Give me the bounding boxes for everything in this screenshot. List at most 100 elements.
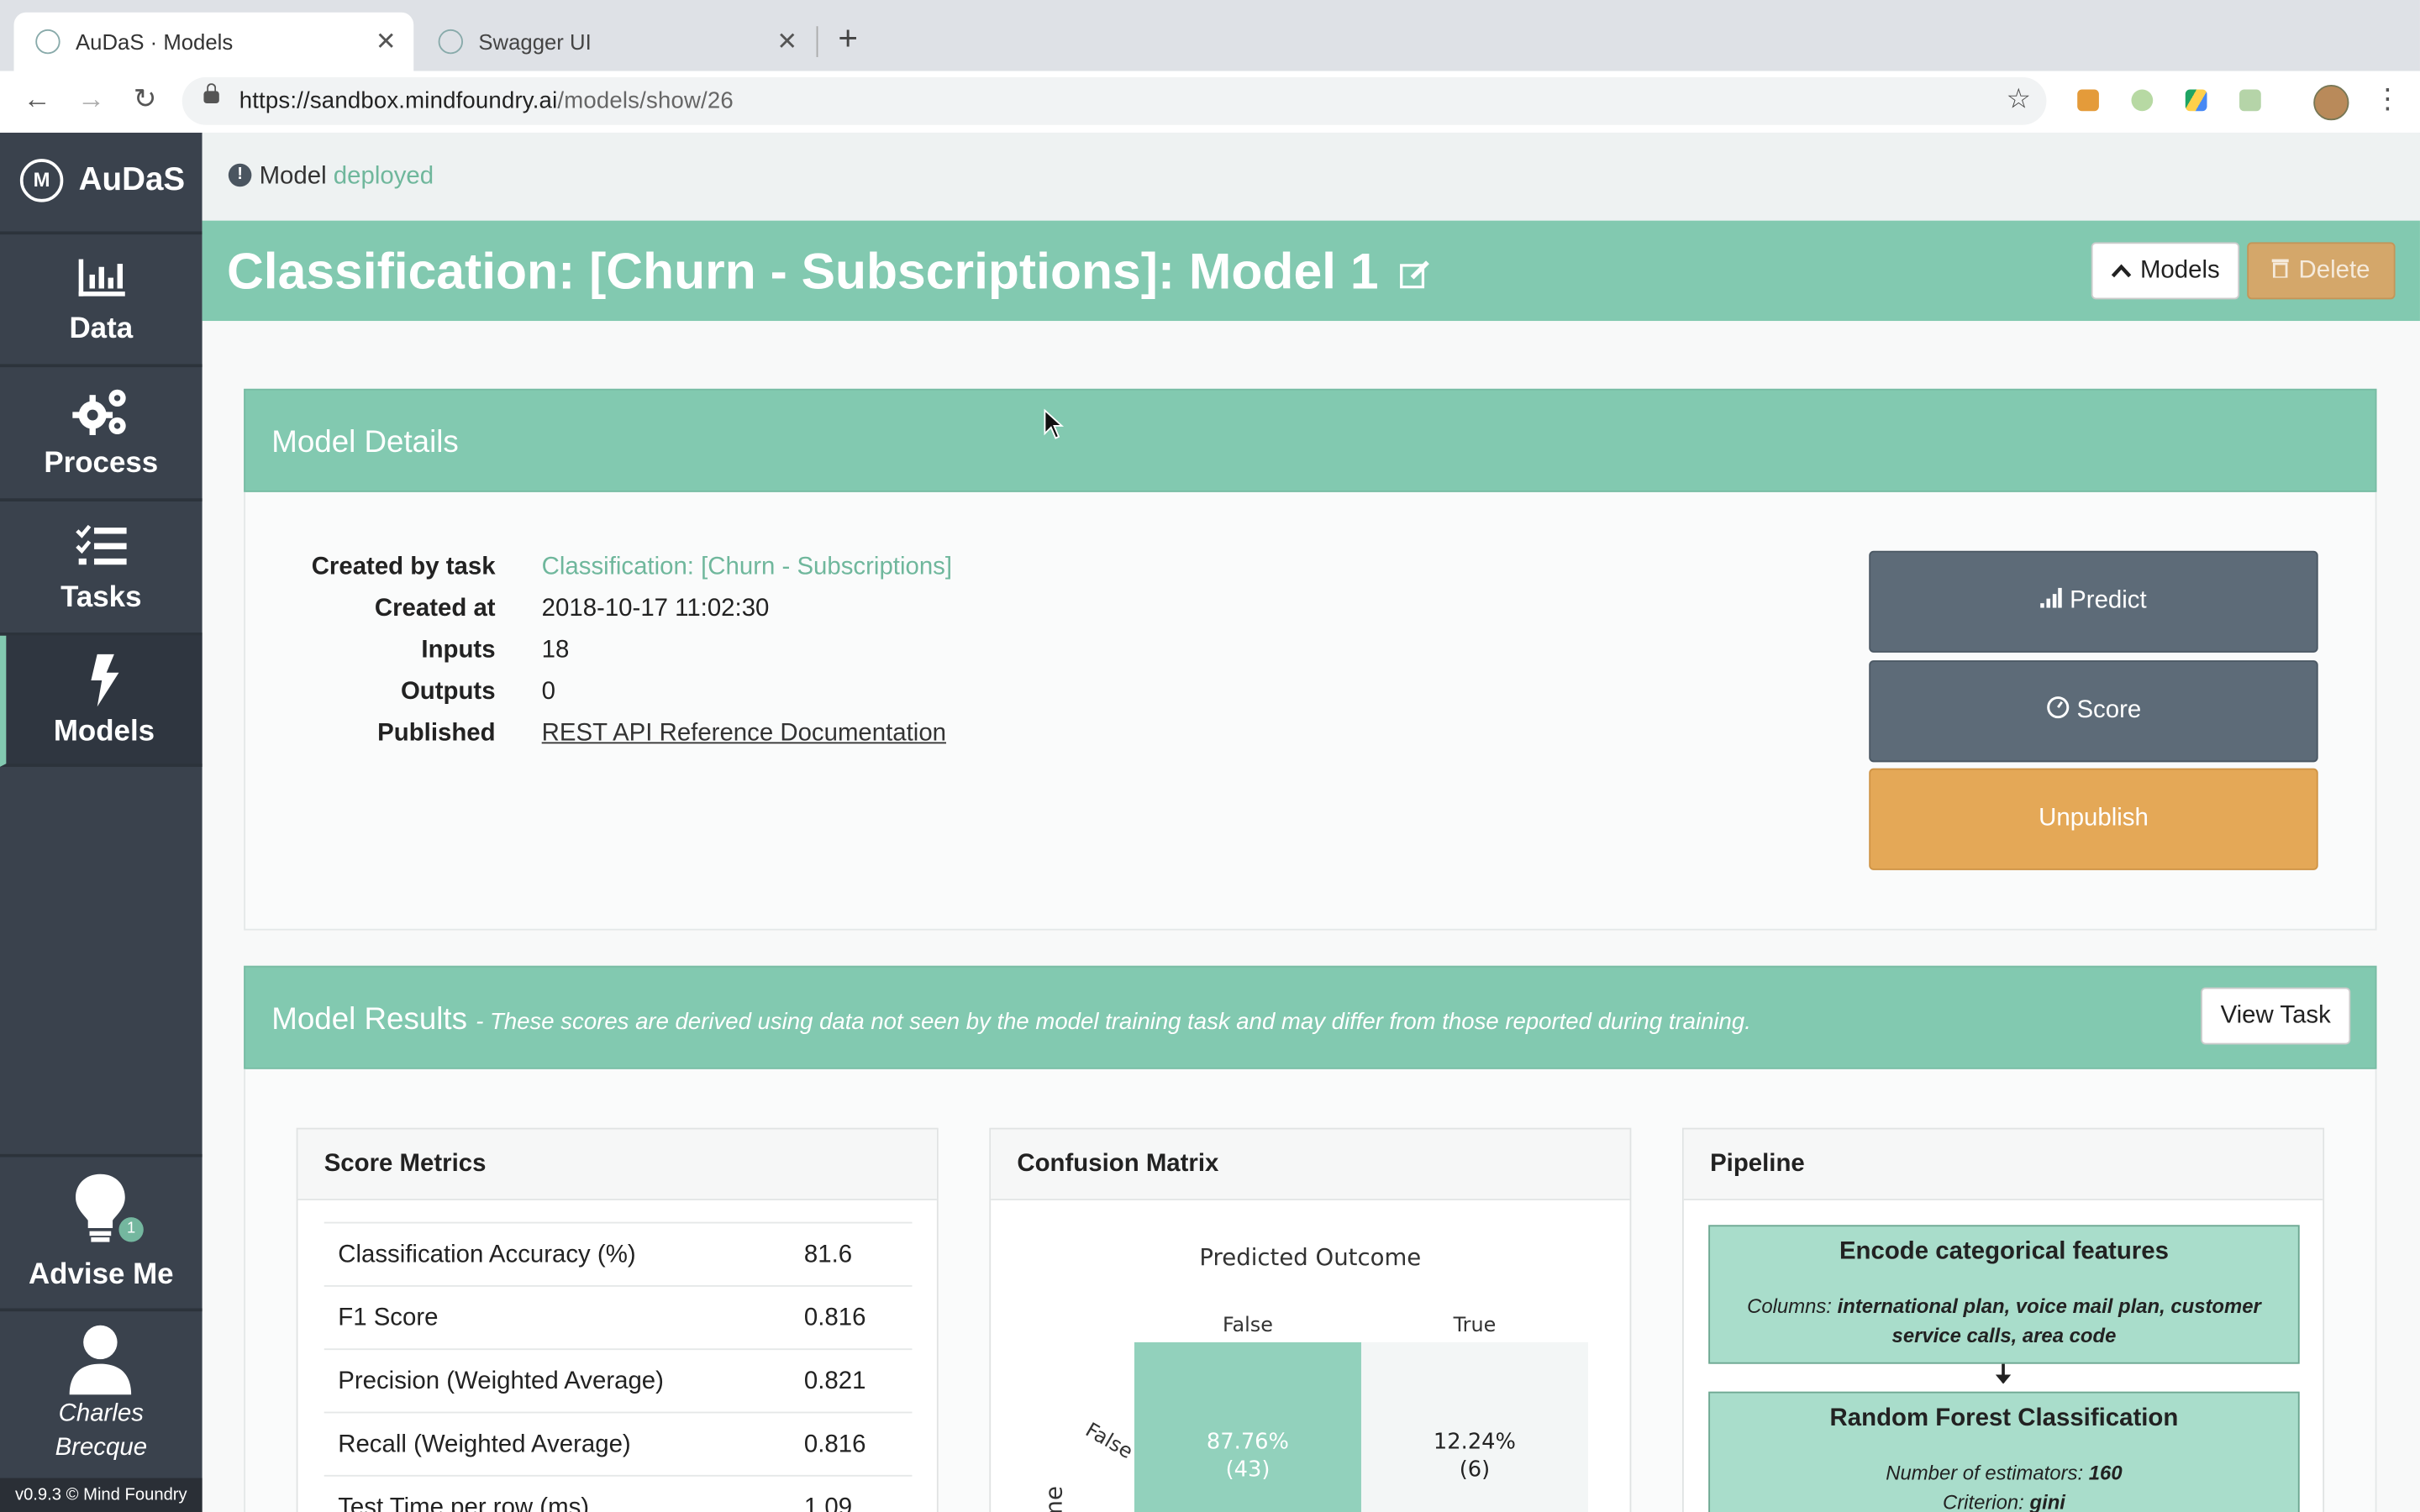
- card-header: Score Metrics: [297, 1129, 937, 1200]
- user-profile[interactable]: Charles Brecque: [0, 1320, 203, 1475]
- advice-count-badge: 1: [118, 1217, 144, 1242]
- card-header: Confusion Matrix: [991, 1129, 1630, 1200]
- api-docs-link[interactable]: REST API Reference Documentation: [542, 721, 946, 748]
- predicted-outcome-label: Predicted Outcome: [1199, 1243, 1422, 1272]
- metric-name: F1 Score: [338, 1305, 439, 1332]
- matrix-cell-false-positive: 12.24% (6): [1360, 1341, 1588, 1512]
- pipeline-step-random-forest: Random Forest Classification Number of e…: [1708, 1391, 2300, 1512]
- detail-key: Created at: [374, 595, 496, 622]
- table-row: Precision (Weighted Average) 0.821: [324, 1348, 913, 1411]
- metric-value: 0.816: [803, 1431, 866, 1458]
- browser-tab-bar: AuDaS · Models ✕ Swagger UI ✕ +: [0, 0, 2420, 71]
- detail-key: Published: [377, 720, 496, 747]
- user-last-name: Brecque: [55, 1435, 148, 1462]
- tab-title: AuDaS · Models: [75, 29, 234, 55]
- sidebar-item-data[interactable]: Data: [0, 233, 203, 368]
- address-bar: ← → ↻ https://sandbox.mindfoundry.ai/mod…: [0, 71, 2420, 134]
- cell-count: (43): [1225, 1457, 1270, 1483]
- sidebar-item-label: Models: [53, 716, 155, 748]
- chevron-up-icon: [2111, 257, 2131, 285]
- step-title: Encode categorical features: [1839, 1238, 2169, 1266]
- url-field[interactable]: https://sandbox.mindfoundry.ai/models/sh…: [182, 76, 2047, 125]
- table-row: Recall (Weighted Average) 0.816: [324, 1411, 913, 1475]
- delete-button[interactable]: Delete: [2247, 242, 2396, 300]
- column-label-false: False: [1222, 1314, 1273, 1338]
- matrix-cell-true-negative: 87.76% (43): [1134, 1341, 1361, 1512]
- status-notice: ! Model deployed: [202, 132, 2420, 221]
- back-arrow-icon[interactable]: ←: [18, 83, 55, 116]
- delete-button-label: Delete: [2298, 256, 2370, 284]
- model-results-header: Model Results - These scores are derived…: [244, 965, 2377, 1069]
- results-heading: Model Results: [271, 1002, 468, 1037]
- metric-name: Test Time per row (ms): [338, 1494, 590, 1512]
- reload-icon[interactable]: ↻: [127, 83, 164, 116]
- card-title: Pipeline: [1710, 1151, 1805, 1178]
- profile-avatar[interactable]: [2313, 85, 2349, 121]
- sidebar-item-label: Tasks: [60, 581, 142, 615]
- user-name: Charles Brecque: [0, 1398, 203, 1466]
- extension-fox-icon[interactable]: [2077, 89, 2099, 112]
- extension-circle-icon[interactable]: [2131, 89, 2154, 112]
- brand-name: AuDaS: [78, 161, 186, 198]
- step-title: Random Forest Classification: [1829, 1405, 2179, 1432]
- bolt-icon: [6, 654, 202, 707]
- metric-name: Precision (Weighted Average): [338, 1368, 664, 1395]
- card-title: Score Metrics: [324, 1151, 487, 1178]
- cell-count: (6): [1459, 1457, 1491, 1483]
- version-footer: v0.9.3 © Mind Foundry: [0, 1478, 203, 1512]
- advise-me-button[interactable]: 1 Advise Me: [0, 1153, 203, 1312]
- brand[interactable]: M AuDaS: [0, 133, 203, 235]
- sidebar-item-process[interactable]: Process: [0, 367, 203, 501]
- mindfoundry-logo-icon: M: [19, 159, 64, 202]
- browser-tab-swagger[interactable]: Swagger UI ✕: [417, 13, 815, 71]
- forward-arrow-icon[interactable]: →: [72, 83, 109, 116]
- signal-bars-icon: [2040, 587, 2063, 616]
- metric-value: 0.821: [803, 1368, 866, 1395]
- url-host: https://sandbox.mindfoundry.ai: [239, 87, 558, 114]
- metric-name: Recall (Weighted Average): [338, 1431, 631, 1458]
- tasks-icon: [0, 520, 203, 572]
- view-task-button[interactable]: View Task: [2201, 987, 2351, 1045]
- browser-menu-icon[interactable]: ⋮: [2374, 83, 2402, 116]
- pipeline-card: Pipeline Encode categorical features Col…: [1682, 1127, 2325, 1512]
- detail-key: Created by task: [311, 554, 496, 580]
- user-avatar-icon: [68, 1324, 133, 1403]
- browser-tab-audas[interactable]: AuDaS · Models ✕: [13, 12, 414, 71]
- step-param-label: Criterion:: [1942, 1490, 2024, 1512]
- table-row: F1 Score 0.816: [324, 1284, 913, 1348]
- step-param-label: Number of estimators:: [1886, 1461, 2084, 1484]
- sidebar-item-models[interactable]: Models: [0, 635, 203, 767]
- swagger-favicon-icon: [438, 29, 464, 55]
- models-button[interactable]: Models: [2091, 242, 2240, 300]
- step-param-label: Columns:: [1747, 1294, 1832, 1318]
- predict-button[interactable]: Predict: [1869, 550, 2318, 653]
- bookmark-star-icon[interactable]: ☆: [2006, 83, 2031, 116]
- info-icon: !: [228, 163, 252, 187]
- sidebar-item-tasks[interactable]: Tasks: [0, 501, 203, 636]
- close-tab-icon[interactable]: ✕: [771, 26, 802, 57]
- tab-title: Swagger UI: [478, 29, 592, 55]
- new-tab-icon[interactable]: +: [838, 18, 858, 59]
- step-description: Columns: international plan, voice mail …: [1710, 1291, 2298, 1350]
- unpublish-button[interactable]: Unpublish: [1869, 768, 2318, 870]
- detail-key: Outputs: [400, 679, 496, 706]
- detail-value: 2018-10-17 11:02:30: [541, 595, 770, 622]
- created-by-task-link[interactable]: Classification: [Churn - Subscriptions]: [542, 554, 952, 581]
- models-button-label: Models: [2139, 256, 2220, 284]
- score-button[interactable]: Score: [1869, 660, 2318, 763]
- lightbulb-icon: [74, 1173, 126, 1254]
- status-text: Model deployed: [260, 164, 434, 192]
- lock-icon: [203, 83, 219, 104]
- confusion-matrix-card: Confusion Matrix Predicted Outcome False…: [989, 1127, 1632, 1512]
- google-drive-icon[interactable]: [2185, 89, 2207, 112]
- sidebar-item-label: Process: [44, 447, 159, 480]
- extension-g-icon[interactable]: [2239, 89, 2261, 112]
- step-param-value: gini: [2029, 1490, 2065, 1512]
- table-row: Test Time per row (ms) 1.09: [324, 1474, 913, 1512]
- step-param-value: 160: [2088, 1461, 2123, 1484]
- actual-outcome-label: me: [1039, 1486, 1068, 1512]
- detail-key: Inputs: [421, 637, 496, 664]
- close-tab-icon[interactable]: ✕: [371, 26, 402, 57]
- metric-value: 81.6: [803, 1242, 853, 1268]
- edit-icon[interactable]: [1400, 260, 1431, 289]
